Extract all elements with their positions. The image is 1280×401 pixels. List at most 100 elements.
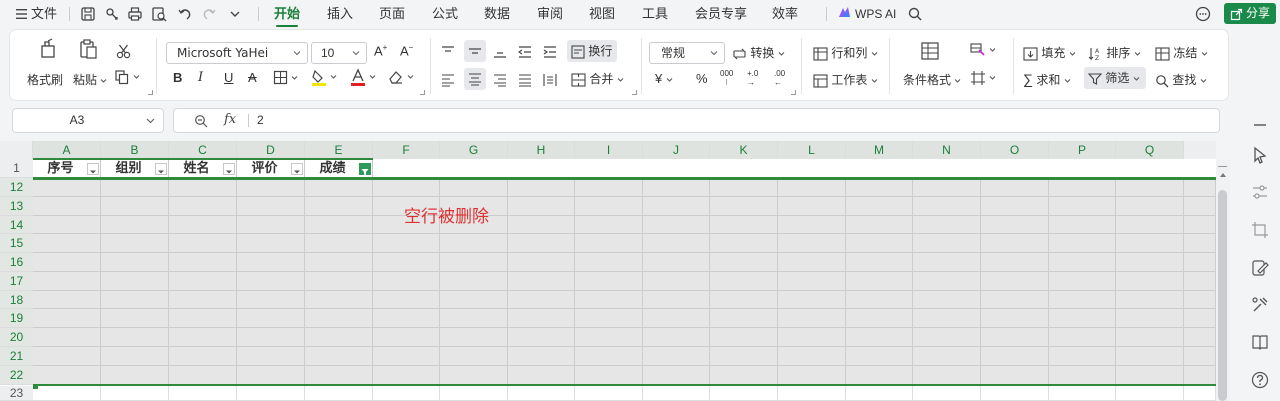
save-icon[interactable] (79, 5, 97, 23)
share-button[interactable]: 分享 (1224, 3, 1276, 24)
column-header-h[interactable]: H (508, 141, 575, 159)
column-header-e[interactable]: E (305, 141, 373, 159)
sort-button[interactable]: AZ 排序 (1088, 44, 1141, 61)
tab-efficiency[interactable]: 效率 (772, 0, 798, 28)
column-header-i[interactable]: I (575, 141, 643, 159)
copy-button[interactable] (114, 69, 140, 85)
clear-format-button[interactable] (388, 69, 414, 85)
format-painter-button[interactable]: 格式刷 (27, 71, 63, 88)
fill-button[interactable]: 填充 (1023, 44, 1076, 61)
header-cell-group[interactable]: 组别 (101, 159, 169, 178)
zoom-icon[interactable] (194, 114, 208, 128)
column-header-q[interactable]: Q (1116, 141, 1184, 159)
number-format-select[interactable]: 常规 (649, 42, 725, 64)
row-header-19[interactable]: 19 (0, 309, 33, 328)
row-header-13[interactable]: 13 (0, 197, 33, 216)
fill-handle[interactable] (33, 384, 38, 389)
minimize-icon[interactable] (1250, 115, 1270, 135)
row-header-16[interactable]: 16 (0, 253, 33, 272)
undo-icon[interactable] (176, 5, 194, 23)
row-header-12[interactable]: 12 (0, 178, 33, 197)
align-top-icon[interactable] (441, 44, 455, 59)
currency-button[interactable]: ¥ (655, 71, 673, 86)
filter-dropdown-icon[interactable] (87, 163, 99, 175)
column-header-l[interactable]: L (778, 141, 846, 159)
column-header-f[interactable]: F (373, 141, 440, 159)
freeze-button[interactable]: 冻结 (1155, 44, 1208, 61)
message-icon[interactable] (1194, 5, 1212, 23)
spreadsheet-grid[interactable]: A B C D E F G H I J K L M N O P Q 1 12 1… (0, 141, 1216, 401)
tab-home[interactable]: 开始 (274, 0, 300, 28)
row-header-15[interactable]: 15 (0, 234, 33, 253)
find-button[interactable]: 查找 (1155, 71, 1207, 88)
print-preview-icon[interactable] (150, 5, 168, 23)
clipboard-expand-icon[interactable] (148, 90, 153, 95)
merge-button[interactable]: 合并 (571, 70, 624, 87)
wrap-text-button[interactable]: 换行 (567, 40, 617, 62)
align-right-icon[interactable] (493, 72, 507, 87)
decrease-font-icon[interactable]: A− (400, 43, 413, 58)
column-header-c[interactable]: C (169, 141, 237, 159)
font-size-select[interactable]: 10 (311, 42, 367, 64)
chevron-down-icon[interactable] (146, 117, 155, 125)
row-header-1[interactable]: 1 (0, 159, 33, 178)
column-header-a[interactable]: A (33, 141, 101, 159)
selected-range[interactable] (33, 178, 1216, 386)
redo-icon[interactable] (200, 5, 218, 23)
column-header-d[interactable]: D (237, 141, 305, 159)
cut-icon[interactable] (115, 42, 133, 60)
tab-page[interactable]: 页面 (379, 0, 405, 28)
paste-button[interactable]: 粘贴 (73, 71, 107, 88)
column-header-p[interactable]: P (1049, 141, 1116, 159)
increase-decimal-button[interactable]: +.0 → (747, 69, 758, 87)
row-header-14[interactable]: 14 (0, 216, 33, 234)
worksheet-button[interactable]: 工作表 (813, 71, 878, 88)
book-icon[interactable] (1250, 332, 1270, 352)
align-center-button[interactable] (464, 68, 486, 90)
align-left-icon[interactable] (441, 72, 455, 87)
crop-icon[interactable] (1250, 220, 1270, 240)
decrease-indent-icon[interactable] (518, 44, 532, 59)
rows-cols-button[interactable]: 行和列 (813, 44, 878, 61)
fill-color-button[interactable] (311, 68, 337, 86)
column-header-b[interactable]: B (101, 141, 169, 159)
file-menu[interactable]: 文件 (16, 0, 57, 28)
tab-tools[interactable]: 工具 (642, 0, 668, 28)
percent-button[interactable]: % (696, 71, 708, 86)
adjust-sliders-icon[interactable] (1250, 182, 1270, 202)
font-expand-icon[interactable] (420, 90, 425, 95)
split-handle[interactable] (1218, 166, 1227, 167)
row-header-22[interactable]: 22 (0, 366, 33, 385)
table-style-button[interactable] (970, 70, 996, 86)
tools-icon[interactable] (1250, 295, 1270, 315)
convert-button[interactable]: 转换 (732, 44, 785, 61)
row-header-23[interactable]: 23 (0, 386, 33, 401)
tab-data[interactable]: 数据 (484, 0, 510, 28)
border-button[interactable] (273, 70, 298, 85)
underline-button[interactable]: U (224, 70, 233, 85)
filter-dropdown-icon[interactable] (291, 163, 303, 175)
tab-insert[interactable]: 插入 (327, 0, 353, 28)
column-header-m[interactable]: M (846, 141, 913, 159)
tab-view[interactable]: 视图 (589, 0, 615, 28)
fx-icon[interactable]: fx (224, 112, 236, 127)
help-icon[interactable] (1250, 370, 1270, 390)
sum-button[interactable]: ∑ 求和 (1023, 71, 1071, 88)
scrollbar-thumb[interactable] (1218, 190, 1227, 401)
column-header-g[interactable]: G (440, 141, 508, 159)
align-bottom-icon[interactable] (493, 44, 507, 59)
formula-bar[interactable]: fx 2 (173, 108, 1220, 133)
increase-indent-icon[interactable] (543, 44, 557, 59)
increase-font-icon[interactable]: A+ (374, 43, 387, 58)
alignment-expand-icon[interactable] (632, 90, 637, 95)
vertical-scrollbar[interactable] (1216, 160, 1230, 401)
format-painter-icon[interactable] (37, 38, 59, 60)
font-name-select[interactable]: Microsoft YaHei (166, 42, 308, 64)
header-cell-score[interactable]: 成绩 (305, 159, 373, 178)
row-header-20[interactable]: 20 (0, 328, 33, 347)
filter-button[interactable]: 筛选 (1084, 67, 1146, 89)
filter-active-icon[interactable] (359, 163, 371, 176)
header-cell-seq[interactable]: 序号 (33, 159, 101, 178)
name-box[interactable]: A3 (12, 108, 164, 133)
strikethrough-button[interactable]: A (248, 70, 257, 85)
